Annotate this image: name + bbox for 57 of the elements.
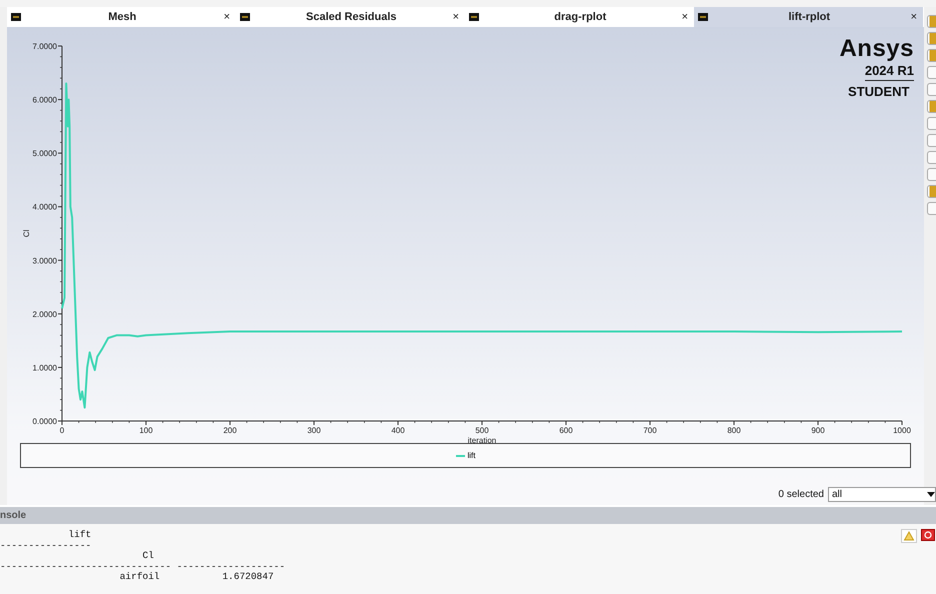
x-tick-label: 300 <box>307 426 321 435</box>
y-tick-label: 5.0000 <box>32 149 57 158</box>
close-icon[interactable]: × <box>452 11 459 23</box>
console-line: lift <box>67 530 92 541</box>
y-tick-label: 1.0000 <box>32 363 57 372</box>
close-icon[interactable]: × <box>224 11 230 23</box>
x-axis-title: iteration <box>468 436 496 445</box>
console-line: Cl <box>142 551 155 562</box>
caret-icon <box>927 492 935 496</box>
stop-button[interactable] <box>921 529 935 541</box>
x-tick-label: 700 <box>643 426 657 435</box>
y-tick-label: 4.0000 <box>32 202 57 212</box>
toolbar-button[interactable] <box>927 168 936 181</box>
toolbar-button[interactable] <box>927 151 936 164</box>
x-tick-label: 400 <box>391 426 405 435</box>
x-tick-label: 200 <box>223 426 237 435</box>
x-tick-label: 800 <box>727 426 741 435</box>
toolbar-button[interactable] <box>927 202 936 215</box>
console-line: airfoil 1.6720847 <box>118 572 275 583</box>
y-tick-label: 6.0000 <box>32 96 57 105</box>
x-tick-label: 900 <box>811 426 825 435</box>
toolbar-button[interactable] <box>927 83 936 96</box>
y-tick-label: 2.0000 <box>32 310 57 319</box>
selection-count: 0 selected <box>778 488 824 500</box>
close-icon[interactable]: × <box>682 11 688 23</box>
filter-dropdown[interactable]: all <box>828 486 936 502</box>
tab-icon <box>698 13 708 21</box>
toolbar-button[interactable] <box>927 134 936 147</box>
y-tick-label: 7.0000 <box>32 42 57 51</box>
x-tick-label: 600 <box>559 426 573 435</box>
logo-name: Ansys <box>839 35 914 63</box>
logo-edition: STUDENT <box>848 84 910 99</box>
y-tick-label: 0.0000 <box>32 417 57 426</box>
legend-label: lift <box>468 451 476 460</box>
close-icon[interactable]: × <box>910 11 917 23</box>
stop-icon <box>924 531 932 539</box>
toolbar-button[interactable] <box>927 49 936 62</box>
x-tick-label: 0 <box>60 426 64 435</box>
tab-icon <box>11 13 21 21</box>
tab[interactable]: lift-rplot × <box>694 7 923 27</box>
toolbar-button[interactable] <box>927 32 936 45</box>
console-line: ---------------- <box>0 540 92 552</box>
x-tick-label: 500 <box>475 426 489 435</box>
tab-icon <box>469 13 479 21</box>
y-axis-title: Cl <box>22 230 31 238</box>
toolbar-button[interactable] <box>927 15 936 28</box>
tab-icon <box>240 13 250 21</box>
toolbar-button[interactable] <box>927 100 936 113</box>
toolbar-button[interactable] <box>927 185 936 198</box>
console-line: ------------------------------ ------------------- <box>0 562 286 572</box>
toolbar-button[interactable] <box>927 117 936 130</box>
toolbar-button[interactable] <box>927 66 936 79</box>
logo-version: 2024 R1 <box>864 63 914 81</box>
x-tick-label: 1000 <box>893 426 911 435</box>
y-tick-label: 3.0000 <box>32 256 57 266</box>
x-tick-label: 100 <box>139 426 153 435</box>
console-header: nsole <box>0 507 936 524</box>
